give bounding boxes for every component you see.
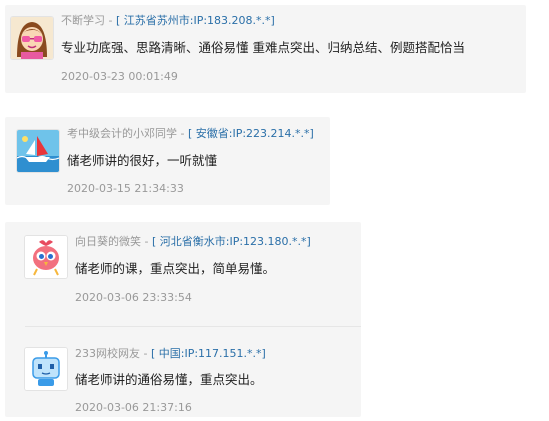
commenter-name: 考中级会计的小邓同学 [67, 127, 177, 140]
commenter-name: 不断学习 [61, 14, 105, 27]
comment-text: 专业功底强、思路清晰、通俗易懂 重难点突出、归纳总结、例题搭配恰当 [61, 40, 465, 55]
commenter-location-link[interactable]: [ 江苏省苏州市:IP:183.208.*.*] [116, 14, 275, 27]
meta-separator: - [177, 127, 188, 140]
cartoon-girl-avatar-icon[interactable] [11, 17, 53, 59]
comment-meta: 考中级会计的小邓同学 - [ 安徽省:IP:223.214.*.*] [67, 127, 314, 141]
comment-card: 向日葵的微笑 - [ 河北省衡水市:IP:123.180.*.*] 储老师的课，… [5, 222, 361, 417]
commenter-location-link[interactable]: [ 河北省衡水市:IP:123.180.*.*] [152, 235, 311, 248]
comment-card: 考中级会计的小邓同学 - [ 安徽省:IP:223.214.*.*] 储老师讲的… [5, 117, 330, 205]
meta-separator: - [141, 235, 152, 248]
comment-meta: 不断学习 - [ 江苏省苏州市:IP:183.208.*.*] [61, 14, 275, 28]
comment-timestamp: 2020-03-23 00:01:49 [61, 70, 178, 83]
comment-meta: 向日葵的微笑 - [ 河北省衡水市:IP:123.180.*.*] [75, 235, 311, 249]
cartoon-bird-avatar-icon[interactable] [25, 236, 67, 278]
comment-text: 储老师的课，重点突出，简单易懂。 [75, 261, 276, 276]
comment-text: 储老师讲的通俗易懂，重点突出。 [75, 372, 263, 387]
comment-timestamp: 2020-03-06 21:37:16 [75, 401, 192, 414]
reply-divider [25, 326, 361, 327]
commenter-location-link[interactable]: [ 中国:IP:117.151.*.*] [151, 347, 266, 360]
sailboat-avatar-icon[interactable] [17, 130, 59, 172]
meta-separator: - [105, 14, 116, 27]
commenter-name: 233网校网友 [75, 347, 140, 360]
comment-timestamp: 2020-03-15 21:34:33 [67, 182, 184, 195]
meta-separator: - [140, 347, 151, 360]
commenter-location-link[interactable]: [ 安徽省:IP:223.214.*.*] [188, 127, 314, 140]
commenter-name: 向日葵的微笑 [75, 235, 141, 248]
comment-meta: 233网校网友 - [ 中国:IP:117.151.*.*] [75, 347, 266, 361]
comment-card: 不断学习 - [ 江苏省苏州市:IP:183.208.*.*] 专业功底强、思路… [5, 5, 526, 93]
comment-text: 储老师讲的很好，一听就懂 [67, 153, 218, 168]
robot-avatar-icon[interactable] [25, 348, 67, 390]
comment-timestamp: 2020-03-06 23:33:54 [75, 291, 192, 304]
